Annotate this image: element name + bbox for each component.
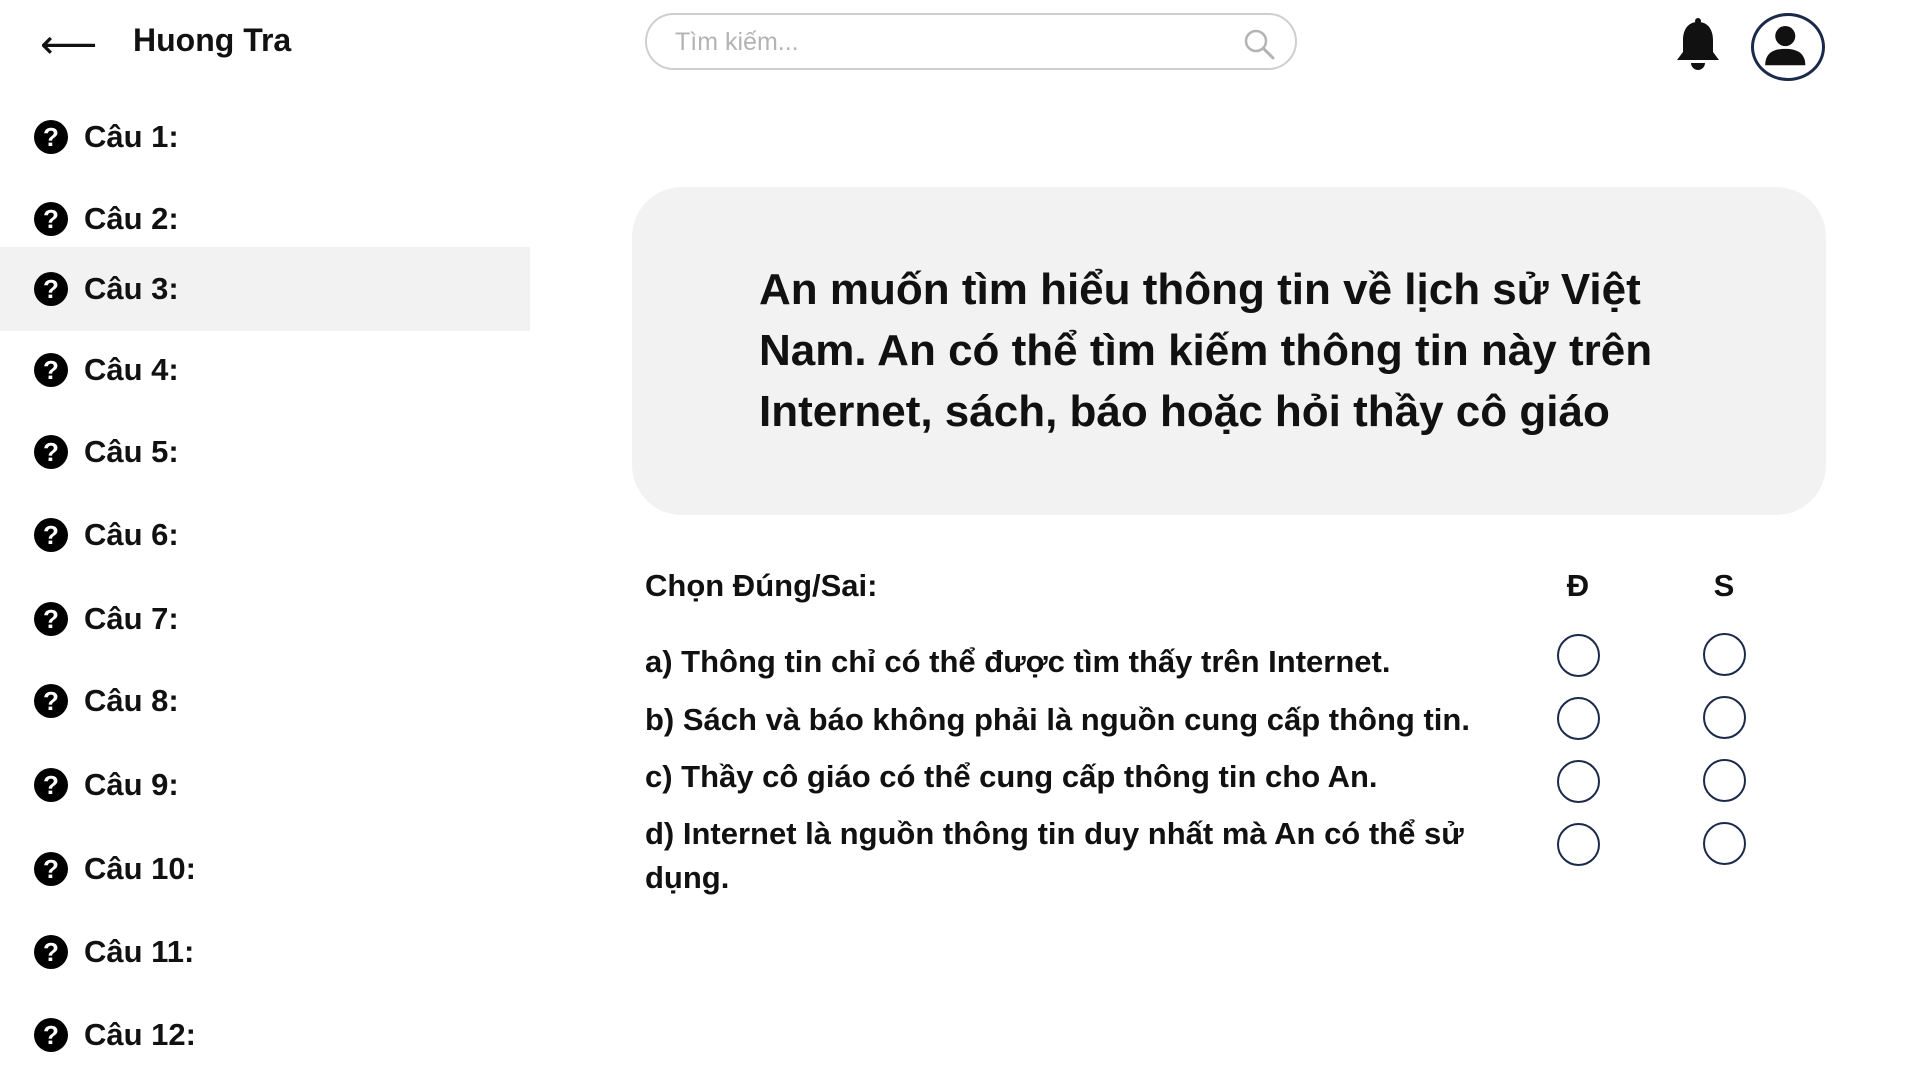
radio-true-d[interactable] bbox=[1557, 823, 1600, 866]
sidebar-item-question-11[interactable]: ? Câu 11: bbox=[0, 910, 530, 994]
question-circle-icon: ? bbox=[34, 935, 68, 969]
question-card: An muốn tìm hiểu thông tin về lịch sử Vi… bbox=[632, 187, 1826, 515]
question-circle-icon: ? bbox=[34, 518, 68, 552]
true-column-header: Đ bbox=[1566, 568, 1590, 603]
radio-true-b[interactable] bbox=[1557, 697, 1600, 740]
sidebar-item-question-4[interactable]: ? Câu 4: bbox=[0, 328, 530, 412]
question-circle-icon: ? bbox=[34, 768, 68, 802]
sidebar-item-label: Câu 7: bbox=[84, 601, 179, 636]
bell-icon[interactable] bbox=[1675, 18, 1721, 70]
sidebar-item-label: Câu 8: bbox=[84, 683, 179, 718]
radio-false-d[interactable] bbox=[1703, 822, 1746, 865]
false-column-header: S bbox=[1713, 568, 1735, 603]
sidebar-item-question-10[interactable]: ? Câu 10: bbox=[0, 827, 530, 911]
sidebar-item-label: Câu 6: bbox=[84, 517, 179, 552]
sidebar: ⟵ Huong Tra ? Câu 1: ? Câu 2: ? Câu 3: ?… bbox=[0, 0, 530, 1079]
radio-true-c[interactable] bbox=[1557, 760, 1600, 803]
question-circle-icon: ? bbox=[34, 272, 68, 306]
sidebar-item-question-7[interactable]: ? Câu 7: bbox=[0, 577, 530, 661]
radio-false-b[interactable] bbox=[1703, 696, 1746, 739]
sidebar-item-label: Câu 3: bbox=[84, 271, 179, 306]
radio-false-c[interactable] bbox=[1703, 759, 1746, 802]
question-circle-icon: ? bbox=[34, 120, 68, 154]
user-avatar-icon bbox=[1765, 26, 1806, 66]
radio-false-a[interactable] bbox=[1703, 633, 1746, 676]
question-circle-icon: ? bbox=[34, 435, 68, 469]
question-circle-icon: ? bbox=[34, 602, 68, 636]
statement-d: d) Internet là nguồn thông tin duy nhất … bbox=[645, 816, 1464, 895]
radio-true-a[interactable] bbox=[1557, 634, 1600, 677]
sidebar-item-label: Câu 5: bbox=[84, 434, 179, 469]
search-bar bbox=[645, 13, 1297, 70]
question-circle-icon: ? bbox=[34, 1018, 68, 1052]
sidebar-item-label: Câu 9: bbox=[84, 767, 179, 802]
sidebar-item-question-3[interactable]: ? Câu 3: bbox=[0, 247, 530, 331]
arrow-left-icon[interactable]: ⟵ bbox=[40, 25, 97, 65]
question-prompt: An muốn tìm hiểu thông tin về lịch sử Vi… bbox=[759, 265, 1653, 436]
search-input[interactable] bbox=[675, 23, 1215, 61]
sidebar-item-label: Câu 1: bbox=[84, 119, 179, 154]
sidebar-item-question-8[interactable]: ? Câu 8: bbox=[0, 659, 530, 743]
sidebar-item-label: Câu 11: bbox=[84, 934, 195, 969]
sidebar-item-question-9[interactable]: ? Câu 9: bbox=[0, 743, 530, 827]
statement-c: c) Thầy cô giáo có thể cung cấp thông ti… bbox=[645, 759, 1378, 794]
question-circle-icon: ? bbox=[34, 684, 68, 718]
user-name: Huong Tra bbox=[133, 22, 292, 58]
sidebar-item-label: Câu 2: bbox=[84, 201, 179, 236]
user-avatar-button[interactable] bbox=[1751, 13, 1825, 81]
sidebar-item-question-12[interactable]: ? Câu 12: bbox=[0, 993, 530, 1077]
sidebar-item-question-5[interactable]: ? Câu 5: bbox=[0, 410, 530, 494]
back-button[interactable]: ⟵ bbox=[40, 20, 97, 70]
search-icon[interactable] bbox=[1241, 26, 1277, 62]
question-circle-icon: ? bbox=[34, 202, 68, 236]
sidebar-item-question-6[interactable]: ? Câu 6: bbox=[0, 493, 530, 577]
question-circle-icon: ? bbox=[34, 852, 68, 886]
sidebar-item-question-1[interactable]: ? Câu 1: bbox=[0, 95, 530, 179]
sidebar-item-label: Câu 12: bbox=[84, 1017, 196, 1052]
question-circle-icon: ? bbox=[34, 353, 68, 387]
statement-b: b) Sách và báo không phải là nguồn cung … bbox=[645, 702, 1470, 737]
sidebar-item-label: Câu 4: bbox=[84, 352, 179, 387]
true-false-title: Chọn Đúng/Sai: bbox=[645, 568, 878, 603]
sidebar-item-label: Câu 10: bbox=[84, 851, 196, 886]
statement-a: a) Thông tin chỉ có thể được tìm thấy tr… bbox=[645, 644, 1391, 679]
